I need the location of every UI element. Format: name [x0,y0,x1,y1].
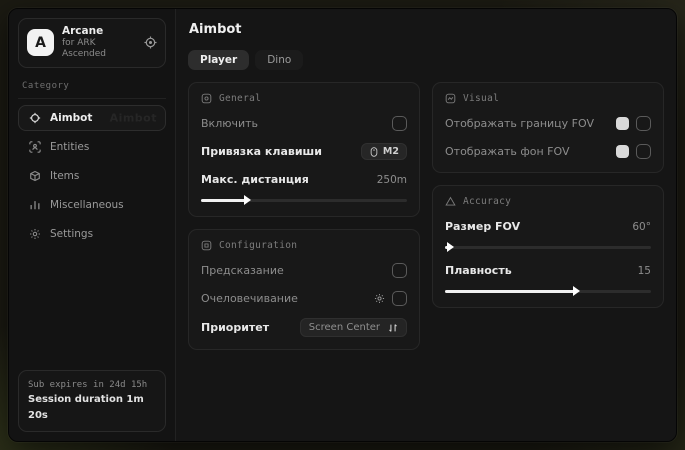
priority-label: Приоритет [201,321,269,334]
sidebar-item-label: Entities [50,141,89,153]
sidebar-item-label: Settings [50,228,93,240]
subscription-panel: Sub expires in 24d 15h Session duration … [18,370,166,432]
bars-chart-icon [28,199,41,211]
smoothness-slider[interactable] [445,287,651,295]
setting-row-distance: Макс. дистанция 250m [201,171,407,188]
distance-value: 250m [377,174,407,186]
enable-label: Включить [201,117,258,130]
list-sort-icon [388,323,398,333]
tab-bar: Player Dino [188,50,664,70]
setting-row-fov-size: Размер FOV 60° [445,218,651,235]
sidebar-nav: Aimbot Aimbot Entities Items [18,105,166,247]
fov-bg-color-swatch[interactable] [616,145,629,158]
card-visual: Visual Отображать границу FOV Отображать… [432,82,664,173]
accuracy-icon [445,196,456,207]
card-title: Accuracy [463,196,511,207]
keybind-button[interactable]: M2 [361,143,407,160]
card-accuracy: Accuracy Размер FOV 60° Плавность 15 [432,185,664,308]
priority-value: Screen Center [309,322,380,333]
sidebar-item-settings[interactable]: Settings [18,221,166,247]
sidebar-ghost-label: Aimbot [110,111,157,124]
prediction-label: Предсказание [201,264,284,277]
setting-row-keybind: Привязка клавиши M2 [201,143,407,160]
keybind-label: Привязка клавиши [201,145,322,158]
session-duration-text: Session duration 1m 20s [28,392,156,424]
keybind-value: M2 [383,146,399,157]
priority-dropdown[interactable]: Screen Center [300,318,407,337]
slider-thumb[interactable] [573,286,580,296]
smoothness-value: 15 [638,265,651,277]
mouse-icon [369,147,379,157]
setting-row-smoothness: Плавность 15 [445,262,651,279]
sidebar-item-label: Items [50,170,79,182]
crosshair-icon [28,112,41,124]
setting-row-fov-border: Отображать границу FOV [445,115,651,132]
sidebar-item-entities[interactable]: Entities [18,134,166,160]
fov-size-slider[interactable] [445,243,651,251]
distance-slider[interactable] [201,196,407,204]
app-logo: A [27,29,54,56]
setting-row-priority: Приоритет Screen Center [201,318,407,337]
setting-row-prediction: Предсказание [201,262,407,279]
fov-bg-checkbox[interactable] [636,144,651,159]
app-name: Arcane [62,25,136,38]
card-configuration: Configuration Предсказание Очеловечивани… [188,229,420,350]
fov-size-value: 60° [632,221,651,233]
slider-thumb[interactable] [447,242,454,252]
tab-dino[interactable]: Dino [255,50,303,70]
page-title: Aimbot [189,22,664,37]
sub-expires-text: Sub expires in 24d 15h [28,378,156,392]
sidebar-header: A Arcane for ARK Ascended [18,18,166,68]
crosshair-target-icon[interactable] [144,36,157,49]
app-window: A Arcane for ARK Ascended Category [8,8,677,442]
visual-icon [445,93,456,104]
setting-row-enable: Включить [201,115,407,132]
card-general: General Включить Привязка клавиши [188,82,420,217]
configuration-icon [201,240,212,251]
setting-row-fov-bg: Отображать фон FOV [445,143,651,160]
fov-size-label: Размер FOV [445,220,520,233]
fov-border-color-swatch[interactable] [616,117,629,130]
sidebar-divider [18,98,166,99]
sidebar-item-label: Miscellaneous [50,199,124,211]
fov-border-checkbox[interactable] [636,116,651,131]
smoothness-label: Плавность [445,264,512,277]
humanization-gear-icon[interactable] [374,293,385,304]
card-title: Configuration [219,240,297,251]
box-icon [28,170,41,182]
sidebar-item-aimbot[interactable]: Aimbot Aimbot [18,105,166,131]
distance-label: Макс. дистанция [201,173,309,186]
humanization-checkbox[interactable] [392,291,407,306]
slider-thumb[interactable] [244,195,251,205]
humanization-label: Очеловечивание [201,292,298,305]
setting-row-humanization: Очеловечивание [201,290,407,307]
general-icon [201,93,212,104]
scan-person-icon [28,141,41,153]
app-subtitle: for ARK Ascended [62,38,136,61]
gear-icon [28,228,41,240]
sidebar: A Arcane for ARK Ascended Category [9,9,176,441]
sidebar-item-items[interactable]: Items [18,163,166,189]
category-label: Category [22,81,162,91]
card-title: Visual [463,93,499,104]
fov-bg-label: Отображать фон FOV [445,145,569,158]
sidebar-item-miscellaneous[interactable]: Miscellaneous [18,192,166,218]
card-title: General [219,93,261,104]
tab-player[interactable]: Player [188,50,249,70]
sidebar-item-label: Aimbot [50,112,92,124]
main-content: Aimbot Player Dino General [176,9,676,441]
enable-checkbox[interactable] [392,116,407,131]
fov-border-label: Отображать границу FOV [445,117,594,130]
prediction-checkbox[interactable] [392,263,407,278]
